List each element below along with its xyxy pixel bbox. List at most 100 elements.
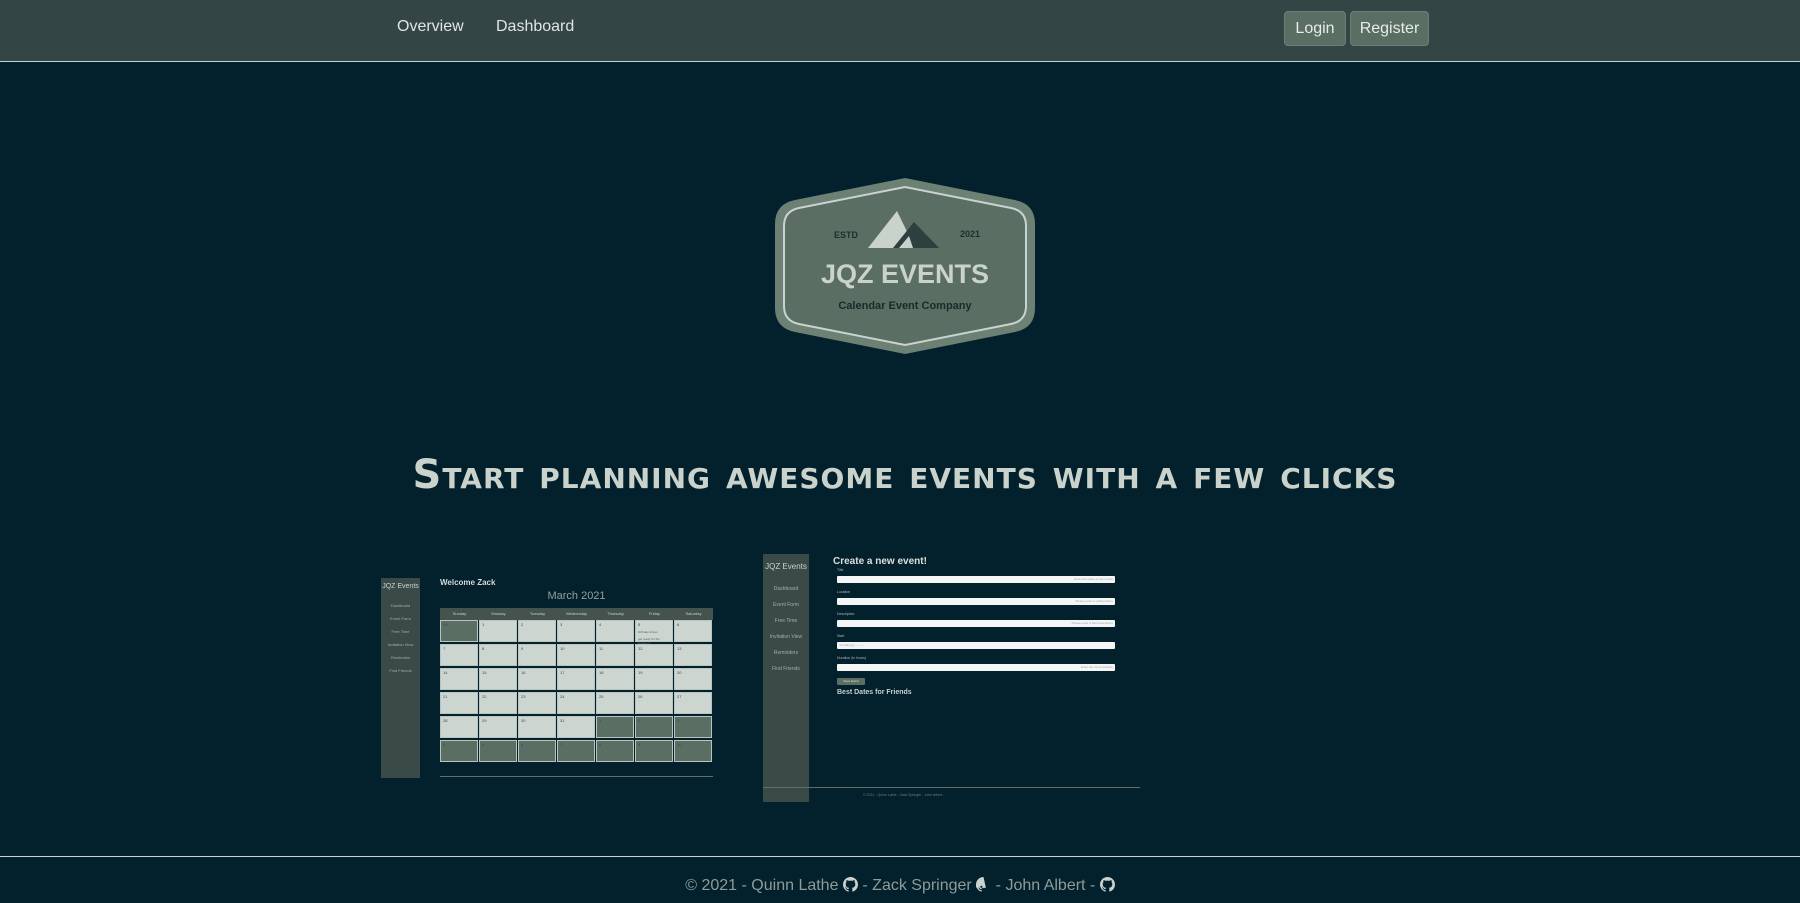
preview-calendar-cell: 28 — [440, 620, 478, 642]
preview-calendar-cell: 2 — [518, 620, 556, 642]
preview-field-label: Title — [837, 568, 844, 572]
register-button[interactable]: Register — [1350, 11, 1429, 46]
preview-calendar-cell: 27 — [674, 692, 712, 714]
github-icon[interactable] — [1099, 877, 1115, 892]
preview-calendar-cell: 1 — [479, 620, 517, 642]
preview-calendar-day-number: 5 — [638, 622, 641, 627]
preview-brand: JQZ Events — [382, 583, 419, 590]
preview-calendar-day-number: 3 — [677, 718, 680, 723]
preview-calendar-day-number: 2 — [638, 718, 641, 723]
preview-calendar-day-number: 8 — [599, 742, 602, 747]
preview-calendar-cell: 2 — [635, 716, 673, 738]
preview-field-label: Start — [837, 634, 845, 638]
preview-calendar-day-number: 7 — [443, 646, 446, 651]
preview-calendar-day-number: 9 — [638, 742, 641, 747]
preview-calendar-cell: 14 — [440, 668, 478, 690]
github-icon[interactable] — [842, 877, 858, 892]
preview-submit-button: Save Event — [837, 678, 865, 685]
preview-calendar-day-number: 26 — [638, 694, 643, 699]
preview-calendar-cell: 3 — [557, 620, 595, 642]
preview-sidebar-item: Event Form — [390, 616, 411, 621]
preview-calendar-cell: 1 — [596, 716, 634, 738]
preview-sidebar-item: Dashboard — [773, 586, 799, 592]
preview-calendar-day-number: 6 — [677, 622, 680, 627]
preview-calendar-day-number: 6 — [521, 742, 524, 747]
preview-field-input: Please enter a brief description — [837, 620, 1115, 627]
preview-calendar-cell: 5 birthday dinner get ready for the weeken… — [635, 620, 673, 645]
logo-name: JQZ EVENTS — [821, 259, 989, 289]
preview-calendar-day-number: 31 — [560, 718, 565, 723]
github-icon[interactable] — [976, 877, 991, 892]
preview-sidebar-item: Reminders — [773, 650, 799, 656]
login-button[interactable]: Login — [1284, 11, 1346, 46]
preview-calendar-day-number: 21 — [443, 694, 448, 699]
preview-sidebar: JQZ Events Dashboard Event Form Free Tim… — [763, 554, 809, 802]
calendar-preview-image: JQZ Events Dashboard Event Form Free Tim… — [381, 578, 713, 778]
preview-calendar-day-number: 20 — [677, 670, 682, 675]
preview-calendar-day-number: 15 — [482, 670, 487, 675]
jqz-events-logo: ESTD 2021 JQZ EVENTS Calendar Event Comp… — [775, 178, 1035, 354]
preview-calendar-day-number: 5 — [482, 742, 485, 747]
preview-field-label: Duration (in hours) — [837, 656, 866, 660]
preview-calendar-cell: 11 — [596, 644, 634, 666]
preview-day-name: Tuesday — [529, 611, 546, 616]
preview-calendar-cell: 19 — [635, 668, 673, 690]
preview-field-input: Please enter a valid location — [837, 598, 1115, 605]
preview-field-input: mm/dd/yyyy --:-- -- — [837, 642, 1115, 649]
preview-calendar-day-number: 3 — [560, 622, 563, 627]
preview-calendar-cell: 26 — [635, 692, 673, 714]
preview-footer: © 2021 - Quinn Lathe - Zack Springer - J… — [863, 793, 945, 797]
preview-day-name: Saturday — [685, 611, 702, 616]
preview-field-placeholder: Enter the name of your event — [1074, 577, 1113, 581]
preview-calendar-cell: 30 — [518, 716, 556, 738]
preview-calendar-event: birthday dinner — [638, 630, 658, 634]
preview-calendar-cell: 20 — [674, 668, 712, 690]
preview-calendar-day-number: 1 — [599, 718, 602, 723]
preview-calendar-cell: 13 — [674, 644, 712, 666]
footer-credits: © 2021 - Quinn Lathe - Zack Springer - J… — [0, 877, 1800, 895]
preview-field-placeholder: Please enter a valid location — [1075, 599, 1113, 603]
preview-divider — [763, 787, 1140, 788]
preview-calendar-day-number: 2 — [521, 622, 524, 627]
preview-calendar-cell: 3 — [674, 716, 712, 738]
preview-field-placeholder: mm/dd/yyyy --:-- -- — [839, 643, 864, 647]
preview-field-placeholder: Enter the event duration — [1080, 665, 1113, 669]
footer-author-john: - John Albert - — [995, 877, 1096, 894]
nav-link-dashboard[interactable]: Dashboard — [496, 18, 574, 36]
preview-calendar-cell: 23 — [518, 692, 556, 714]
preview-sidebar-item: Event Form — [773, 602, 799, 608]
preview-field-label: Location — [837, 590, 851, 594]
preview-field-placeholder: Please enter a brief description — [1071, 621, 1113, 625]
preview-calendar-cell: 25 — [596, 692, 634, 714]
preview-calendar-cell: 4 — [440, 740, 478, 762]
preview-calendar-day-number: 4 — [599, 622, 602, 627]
preview-calendar-day-number: 7 — [560, 742, 563, 747]
preview-calendar-day-number: 27 — [677, 694, 682, 699]
preview-calendar-day-number: 25 — [599, 694, 604, 699]
preview-calendar-cell: 29 — [479, 716, 517, 738]
preview-calendar-cell: 24 — [557, 692, 595, 714]
page-footer: © 2021 - Quinn Lathe - Zack Springer - J… — [0, 856, 1800, 903]
preview-calendar-cell: 18 — [596, 668, 634, 690]
preview-calendar-cell: 7 — [557, 740, 595, 762]
preview-calendar-cell: 7 — [440, 644, 478, 666]
preview-calendar-day-number: 28 — [443, 622, 448, 627]
preview-day-name: Sunday — [452, 611, 467, 616]
preview-sidebar-item: Free Time — [391, 629, 410, 634]
preview-calendar-day-number: 14 — [443, 670, 448, 675]
footer-author-quinn: © 2021 - Quinn Lathe — [685, 877, 839, 894]
event-form-preview-image: JQZ Events Dashboard Event Form Free Tim… — [763, 554, 1140, 802]
preview-sidebar: JQZ Events Dashboard Event Form Free Tim… — [381, 578, 420, 778]
preview-welcome: Welcome Zack — [440, 578, 496, 587]
preview-month: March 2021 — [547, 590, 606, 602]
preview-calendar-cell: 28 — [440, 716, 478, 738]
preview-calendar-cell: 16 — [518, 668, 556, 690]
preview-calendar-cell: 22 — [479, 692, 517, 714]
footer-author-zack: - Zack Springer — [862, 877, 972, 894]
preview-divider — [440, 776, 713, 777]
preview-calendar-cell: 5 — [479, 740, 517, 762]
preview-calendar-day-number: 4 — [443, 742, 446, 747]
nav-link-overview[interactable]: Overview — [397, 18, 464, 36]
preview-best-dates: Best Dates for Friends — [837, 689, 912, 696]
preview-calendar-grid: Sunday Monday Tuesday Wednesday Thursday Frid… — [440, 608, 713, 764]
